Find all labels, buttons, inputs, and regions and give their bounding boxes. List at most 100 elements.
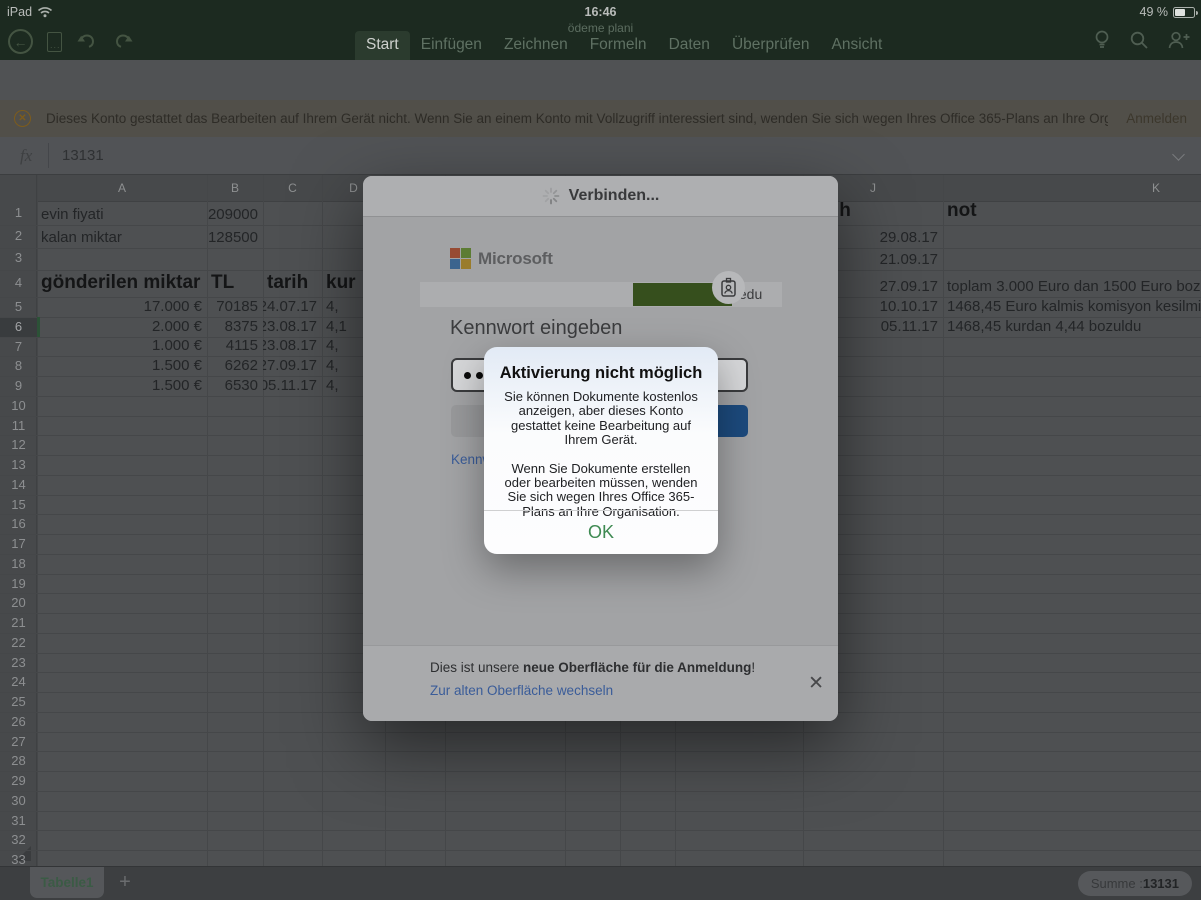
expand-formula-bar-icon[interactable]: [1172, 148, 1185, 161]
row-header-7[interactable]: 7: [0, 337, 37, 357]
ribbon-left-icons: ← ...: [8, 29, 134, 54]
cell-A4[interactable]: gönderilen miktar: [37, 269, 207, 297]
cell-B4[interactable]: TL: [207, 269, 263, 297]
row-header-10[interactable]: 10: [0, 396, 37, 416]
formula-bar[interactable]: fx 13131: [0, 137, 1201, 175]
alert-paragraph-1: Sie können Dokumente kostenlos anzeigen,…: [498, 390, 704, 448]
microsoft-wordmark: Microsoft: [478, 249, 553, 269]
row-header-29[interactable]: 29: [0, 771, 37, 791]
row-header-12[interactable]: 12: [0, 435, 37, 455]
sign-in-link[interactable]: Anmelden: [1126, 111, 1187, 126]
cell-A5[interactable]: 17.000 €: [37, 297, 207, 317]
row-header-17[interactable]: 17: [0, 534, 37, 554]
tab-daten[interactable]: Daten: [658, 31, 721, 60]
tab-formeln[interactable]: Formeln: [579, 31, 658, 60]
file-icon[interactable]: ...: [47, 32, 62, 52]
tab-einfügen[interactable]: Einfügen: [410, 31, 493, 60]
tab-überprüfen[interactable]: Überprüfen: [721, 31, 821, 60]
undo-icon[interactable]: [76, 32, 98, 52]
cell-A1[interactable]: evin fiyati: [37, 202, 207, 225]
row-header-9[interactable]: 9: [0, 376, 37, 396]
profile-badge-icon: [712, 271, 745, 304]
column-header-K[interactable]: K: [943, 175, 1201, 202]
row-headers[interactable]: 1234567891011121314151617181920212223242…: [0, 175, 37, 866]
add-person-icon[interactable]: [1167, 30, 1191, 50]
tab-start[interactable]: Start: [355, 31, 410, 60]
cell-B2[interactable]: 128500: [207, 225, 263, 248]
row-header-30[interactable]: 30: [0, 791, 37, 811]
row-header-24[interactable]: 24: [0, 672, 37, 692]
cell-K5[interactable]: 1468,45 Euro kalmis komisyon kesilmis B: [943, 297, 1201, 317]
column-header-A[interactable]: A: [37, 175, 207, 202]
activation-alert: Aktivierung nicht möglich Sie können Dok…: [484, 347, 718, 554]
row-header-13[interactable]: 13: [0, 455, 37, 475]
column-header-B[interactable]: B: [207, 175, 263, 202]
cell-A7[interactable]: 1.000 €: [37, 337, 207, 357]
row-header-15[interactable]: 15: [0, 495, 37, 515]
redo-icon[interactable]: [112, 32, 134, 52]
back-icon[interactable]: ←: [8, 29, 33, 54]
add-sheet-button[interactable]: +: [112, 869, 138, 895]
column-header-C[interactable]: C: [263, 175, 322, 202]
cell-C7[interactable]: 23.08.17: [263, 337, 322, 357]
cell-K4[interactable]: toplam 3.000 Euro dan 1500 Euro bozuldu: [943, 269, 1201, 297]
blocked-icon: ✕: [14, 110, 31, 127]
cell-B6[interactable]: 8375: [207, 317, 263, 337]
status-right: 49 %: [1140, 5, 1196, 19]
row-header-3[interactable]: 3: [0, 247, 37, 270]
cell-A6[interactable]: 2.000 €: [37, 317, 207, 337]
switch-old-ui-link[interactable]: Zur alten Oberfläche wechseln: [430, 683, 613, 698]
cell-C8[interactable]: 27.09.17: [263, 356, 322, 376]
row-header-1[interactable]: 1: [0, 202, 37, 225]
cell-A9[interactable]: 1.500 €: [37, 376, 207, 396]
row-header-33[interactable]: 33: [0, 850, 37, 866]
row-header-8[interactable]: 8: [0, 356, 37, 376]
formula-value: 13131: [62, 147, 104, 164]
row-header-16[interactable]: 16: [0, 514, 37, 534]
cell-B9[interactable]: 6530: [207, 376, 263, 396]
row-header-5[interactable]: 5: [0, 297, 37, 317]
row-header-26[interactable]: 26: [0, 712, 37, 732]
row-header-4[interactable]: 4: [0, 269, 37, 297]
account-warning-banner: ✕ Dieses Konto gestattet das Bearbeiten …: [0, 100, 1201, 137]
row-header-14[interactable]: 14: [0, 475, 37, 495]
app-top-bar: iPad 16:46 49 % ödeme plani ← ...: [0, 0, 1201, 60]
row-header-2[interactable]: 2: [0, 225, 37, 248]
row-header-11[interactable]: 11: [0, 416, 37, 436]
cell-B7[interactable]: 4115: [207, 337, 263, 357]
row-header-31[interactable]: 31: [0, 811, 37, 831]
cell-K6[interactable]: 1468,45 kurdan 4,44 bozuldu: [943, 317, 1201, 337]
close-icon[interactable]: ✕: [808, 672, 824, 695]
cell-B8[interactable]: 6262: [207, 356, 263, 376]
cell-A2[interactable]: kalan miktar: [37, 225, 207, 248]
lightbulb-icon[interactable]: [1093, 29, 1111, 51]
row-header-32[interactable]: 32: [0, 830, 37, 850]
row-header-21[interactable]: 21: [0, 613, 37, 633]
row-header-25[interactable]: 25: [0, 692, 37, 712]
cell-B1[interactable]: 209000: [207, 202, 263, 225]
alert-ok-button[interactable]: OK: [484, 510, 718, 554]
cell-C5[interactable]: 24.07.17: [263, 297, 322, 317]
row-header-27[interactable]: 27: [0, 732, 37, 752]
row-header-6[interactable]: 6: [0, 317, 37, 337]
sheet-tab-tabelle1[interactable]: Tabelle1: [30, 867, 104, 898]
cell-C6[interactable]: 23.08.17: [263, 317, 322, 337]
cell-A8[interactable]: 1.500 €: [37, 356, 207, 376]
row-header-28[interactable]: 28: [0, 751, 37, 771]
sum-status-pill[interactable]: Summe :13131: [1078, 871, 1192, 896]
row-header-20[interactable]: 20: [0, 593, 37, 613]
row-header-19[interactable]: 19: [0, 574, 37, 594]
cell-J1[interactable]: ih: [830, 202, 943, 225]
search-icon[interactable]: [1129, 30, 1149, 50]
row-header-22[interactable]: 22: [0, 633, 37, 653]
cell-C9[interactable]: 05.11.17: [263, 376, 322, 396]
tab-ansicht[interactable]: Ansicht: [820, 31, 893, 60]
cell-B5[interactable]: 70185: [207, 297, 263, 317]
row-header-23[interactable]: 23: [0, 653, 37, 673]
row-header-18[interactable]: 18: [0, 554, 37, 574]
tab-zeichnen[interactable]: Zeichnen: [493, 31, 579, 60]
password-heading: Kennwort eingeben: [450, 317, 622, 340]
battery-percent: 49 %: [1140, 5, 1169, 19]
cell-K1[interactable]: not: [943, 202, 1201, 225]
cell-C4[interactable]: tarih: [263, 269, 322, 297]
